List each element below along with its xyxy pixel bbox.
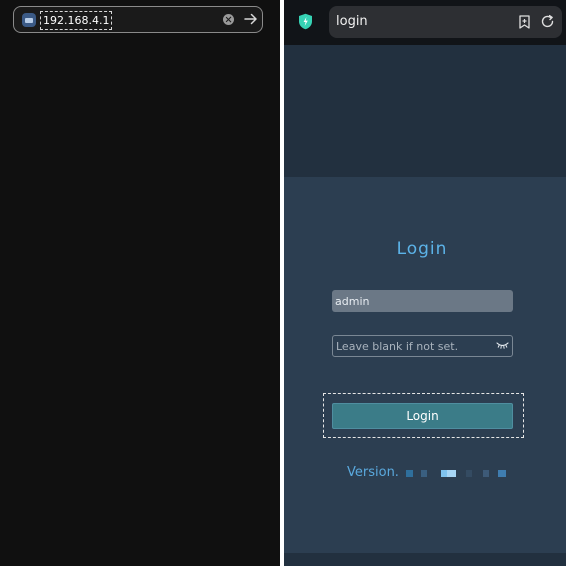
arrow-right-icon[interactable] [243,11,259,27]
address-bar[interactable]: login [329,6,562,38]
address-bar-text[interactable]: 192.168.4.1 [40,11,113,30]
address-bar-text[interactable]: login [336,6,368,38]
bookmark-add-icon[interactable] [518,15,531,29]
reload-icon[interactable] [540,14,555,29]
page-footer-band [284,553,566,566]
router-icon [22,13,36,27]
right-browser-panel: login Login admin Login Version. [284,0,566,566]
version-value-redacted [406,469,508,479]
eye-closed-icon[interactable] [496,341,509,350]
version-label: Version. [347,465,399,480]
password-field[interactable] [333,336,491,356]
login-button[interactable]: Login [332,403,513,429]
login-form: Login Login Version. [284,177,566,553]
screenshot-comparison: 192.168.4.1 login Login admin Login Vers… [0,0,566,566]
left-browser-panel: 192.168.4.1 [0,0,280,566]
address-bar[interactable]: 192.168.4.1 [13,6,263,33]
password-field-container [332,335,513,357]
clear-icon[interactable] [223,14,234,25]
shield-icon[interactable] [298,13,313,30]
browser-toolbar: login [284,0,566,45]
username-field[interactable] [332,290,513,312]
page-header-band [284,45,566,177]
page-title: Login [396,239,448,259]
